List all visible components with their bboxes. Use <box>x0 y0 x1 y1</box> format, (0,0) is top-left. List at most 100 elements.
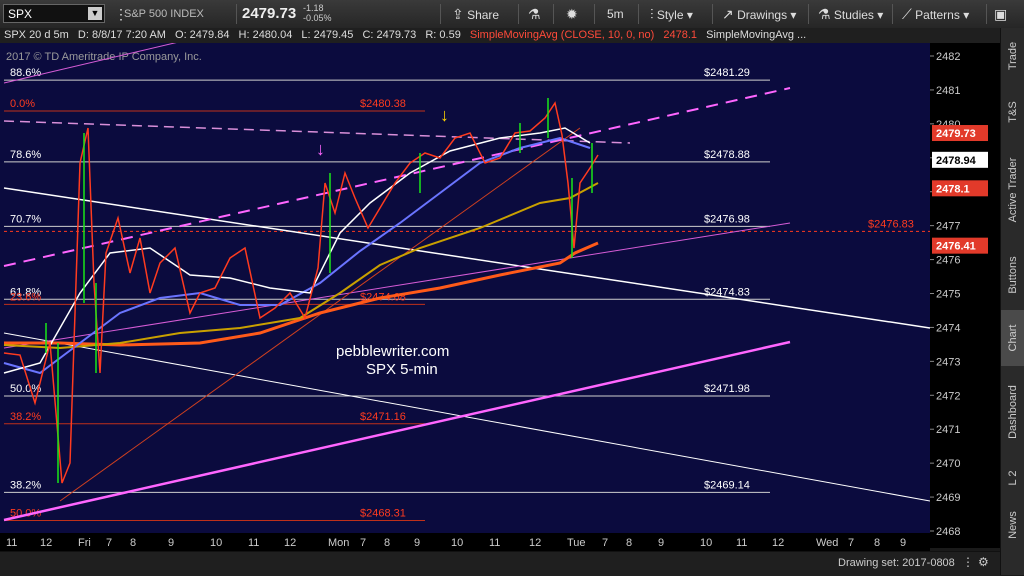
fib-price-label: $2480.38 <box>360 98 406 110</box>
price-tick-label: 2475 <box>936 289 960 301</box>
price-axis[interactable]: 2482248124802479247824772476247524742473… <box>930 43 1000 548</box>
fib-price-label: $2474.83 <box>704 286 750 298</box>
studies-button[interactable]: ⚗ Studies ▾ <box>818 0 883 28</box>
watermark-line1: pebblewriter.com <box>336 343 449 360</box>
bar-open: O: 2479.84 <box>175 29 230 41</box>
fib-percent-label: 70.7% <box>10 213 41 225</box>
time-tick-label: 10 <box>451 537 463 549</box>
time-tick-label: 12 <box>529 537 541 549</box>
fib-price-label: $2468.31 <box>360 507 406 519</box>
fib-price-label: $2478.88 <box>704 149 750 161</box>
time-tick-label: 8 <box>874 537 880 549</box>
fib-percent-label: 38.2% <box>10 479 41 491</box>
time-axis[interactable]: 11 12 Fri 7 8 9 10 11 12 Mon 7 8 9 10 11 12 Tue 7 8 9 10 11 12… <box>0 533 930 551</box>
divider <box>553 4 554 24</box>
time-tick-label: 12 <box>772 537 784 549</box>
drawing-set-settings-icon[interactable]: ⚙ <box>978 555 989 569</box>
sidebar-tab-trade[interactable]: Trade <box>1001 28 1024 84</box>
price-tag-label: 2476.41 <box>936 241 976 253</box>
sidebar-tab-chart[interactable]: Chart <box>1001 310 1024 366</box>
price-tag-label: 2479.73 <box>936 128 976 140</box>
price-change: -1.18 -0.05% <box>303 3 332 23</box>
white-trendline-lower <box>3 332 931 502</box>
style-label: Style <box>656 8 684 22</box>
time-tick-label: 7 <box>106 537 112 549</box>
drawing-set-menu-icon[interactable]: ⋮ <box>962 555 974 569</box>
symbol-input[interactable]: SPX ▼ <box>3 4 105 23</box>
time-tick-label: 8 <box>130 537 136 549</box>
drawing-set-label[interactable]: Drawing set: 2017-0808 <box>838 557 955 569</box>
fib-percent-label: 23.6% <box>10 291 41 303</box>
divider <box>518 4 519 24</box>
price-tick-label: 2477 <box>936 221 960 233</box>
time-tick-label: 9 <box>414 537 420 549</box>
price-tag-label: 2478.1 <box>936 183 970 195</box>
divider <box>440 4 441 24</box>
time-tick-label: 11 <box>6 537 17 549</box>
time-tick-label: 7 <box>360 537 366 549</box>
fib-percent-label: 88.6% <box>10 67 41 79</box>
style-button[interactable]: ⫶ Style ▾ <box>650 0 693 28</box>
study2-label[interactable]: SimpleMovingAvg ... <box>706 29 806 41</box>
price-tick-label: 2470 <box>936 458 960 470</box>
time-tick-label: Fri <box>78 537 91 549</box>
time-tick-label: 9 <box>168 537 174 549</box>
sma-white-line <box>3 127 591 374</box>
more-icon[interactable]: ▣ <box>994 0 1007 28</box>
time-tick-label: 11 <box>248 537 259 549</box>
bar-low: L: 2479.45 <box>301 29 354 41</box>
price-tick-label: 2472 <box>936 390 960 402</box>
sidebar-tab-l2[interactable]: L 2 <box>1001 458 1024 498</box>
sidebar-tab-ts[interactable]: T&S <box>1001 86 1024 138</box>
price-tick-label: 2481 <box>936 85 960 97</box>
divider <box>892 4 893 24</box>
time-tick-label: 7 <box>602 537 608 549</box>
patterns-button[interactable]: ⟋ Patterns ▾ <box>902 0 969 28</box>
divider <box>638 4 639 24</box>
interval-button[interactable]: 5m <box>607 0 624 28</box>
studies-icon: ⚗ <box>818 6 831 22</box>
copyright-text: 2017 © TD Ameritrade IP Company, Inc. <box>6 51 202 63</box>
gear-icon[interactable]: ✹ <box>566 0 578 28</box>
chart-canvas[interactable]: 2017 © TD Ameritrade IP Company, Inc. 88.… <box>0 0 931 548</box>
main-toolbar: SPX ▼ ⋮ S&P 500 INDEX 2479.73 -1.18 -0.0… <box>0 0 1024 29</box>
sidebar-tab-buttons[interactable]: Buttons <box>1001 242 1024 308</box>
price-tick-label: 2471 <box>936 424 960 436</box>
price-tick-label: 2476 <box>936 255 960 267</box>
price-tag-label: 2478.94 <box>936 155 977 167</box>
time-tick-label: Tue <box>567 537 586 549</box>
fib-price-label: $2481.29 <box>704 67 750 79</box>
dropdown-icon[interactable]: ▼ <box>88 7 102 20</box>
share-button[interactable]: ⇪ Share <box>452 0 499 28</box>
right-sidebar: Trade T&S Active Trader Buttons Chart Da… <box>1000 28 1024 575</box>
divider <box>712 4 713 24</box>
time-tick-label: 12 <box>284 537 296 549</box>
sidebar-tab-news[interactable]: News <box>1001 500 1024 550</box>
time-tick-label: 10 <box>700 537 712 549</box>
status-bar: Drawing set: 2017-0808 ⋮ ⚙ <box>0 551 1000 576</box>
fib-percent-label: 0.0% <box>10 98 35 110</box>
price-chart[interactable]: 2017 © TD Ameritrade IP Company, Inc. 88.… <box>0 0 931 548</box>
flask-icon[interactable]: ⚗ <box>528 0 541 28</box>
study1-label[interactable]: SimpleMovingAvg (CLOSE, 10, 0, no) <box>470 29 654 41</box>
time-tick-label: 9 <box>900 537 906 549</box>
down-arrow-icon: ↓ <box>316 139 325 159</box>
style-icon: ⫶ <box>650 6 654 22</box>
change-percent: -0.05% <box>303 13 332 23</box>
time-tick-label: 11 <box>736 537 747 549</box>
bar-high: H: 2480.04 <box>238 29 293 41</box>
sidebar-tab-dashboard[interactable]: Dashboard <box>1001 368 1024 456</box>
patterns-label: Patterns <box>915 8 960 22</box>
symbol-description: S&P 500 INDEX <box>124 8 204 20</box>
drawings-button[interactable]: ↗ Drawings ▾ <box>722 0 796 28</box>
time-tick-label: 10 <box>210 537 222 549</box>
divider <box>236 4 237 24</box>
time-tick-label: 8 <box>626 537 632 549</box>
fib-percent-label: 78.6% <box>10 149 41 161</box>
time-tick-label: Wed <box>816 537 838 549</box>
chart-info-bar: SPX 20 d 5m D: 8/8/17 7:20 AM O: 2479.84… <box>0 28 1024 43</box>
divider <box>594 4 595 24</box>
study1-value: 2478.1 <box>663 29 698 41</box>
sidebar-tab-active-trader[interactable]: Active Trader <box>1001 140 1024 240</box>
magenta-channel-top <box>3 0 360 84</box>
